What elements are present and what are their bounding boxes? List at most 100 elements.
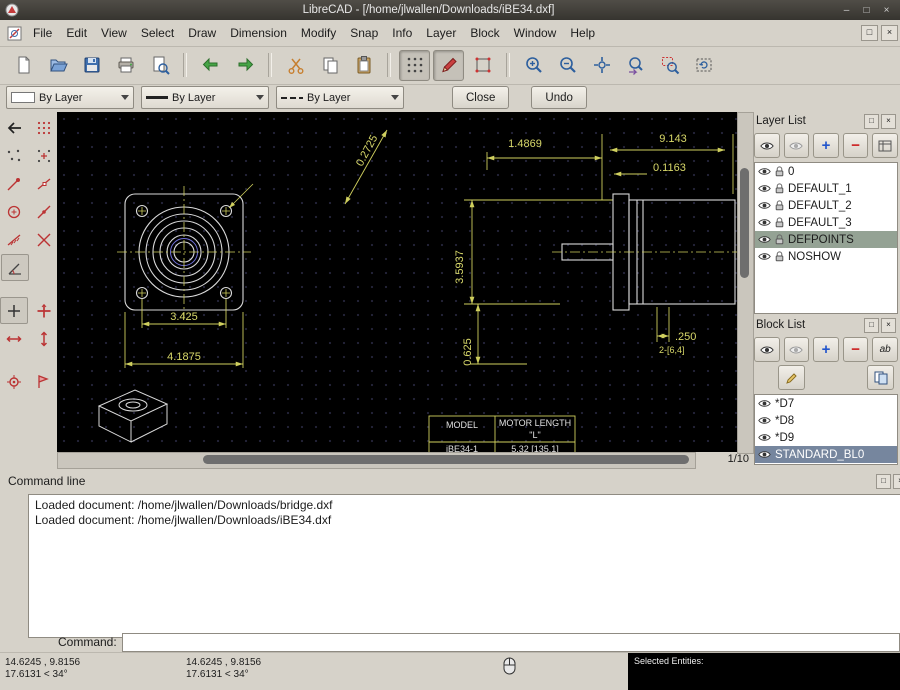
layer-visibility-icon[interactable] (758, 218, 771, 227)
menu-modify[interactable]: Modify (294, 22, 343, 44)
layer-panel-float-button[interactable]: □ (864, 114, 879, 129)
layer-panel-close-button[interactable]: × (881, 114, 896, 129)
zoom-out-button[interactable] (552, 50, 583, 81)
layer-row[interactable]: DEFAULT_1 (755, 180, 897, 197)
layer-row[interactable]: 0 (755, 163, 897, 180)
block-visibility-icon[interactable] (758, 399, 771, 408)
menu-select[interactable]: Select (134, 22, 181, 44)
zoom-redraw-button[interactable] (688, 50, 719, 81)
copy-button[interactable] (314, 50, 345, 81)
print-button[interactable] (110, 50, 141, 81)
paste-button[interactable] (348, 50, 379, 81)
command-panel-float-button[interactable]: □ (876, 474, 891, 489)
ortho-grid-button[interactable] (467, 50, 498, 81)
block-row[interactable]: *D8 (755, 412, 897, 429)
grid-toggle-button[interactable] (399, 50, 430, 81)
snap-endpoint-tool[interactable] (0, 170, 28, 197)
pen-width-select[interactable]: By Layer (141, 86, 269, 109)
zoom-previous-button[interactable] (620, 50, 651, 81)
command-input[interactable] (122, 633, 900, 652)
print-preview-button[interactable] (144, 50, 175, 81)
horizontal-scrollbar[interactable] (57, 452, 696, 469)
snap-center-tool[interactable] (0, 198, 28, 225)
layer-lock-icon[interactable] (775, 166, 784, 177)
insert-block-button[interactable] (867, 365, 894, 390)
redo-button[interactable] (229, 50, 260, 81)
layer-lock-icon[interactable] (775, 183, 784, 194)
edit-block-button[interactable] (778, 365, 805, 390)
menu-snap[interactable]: Snap (343, 22, 385, 44)
horizontal-scrollbar-thumb[interactable] (203, 455, 689, 464)
command-log[interactable]: Loaded document: /home/jlwallen/Download… (28, 494, 900, 638)
minimize-button[interactable]: – (838, 3, 855, 18)
lock-relative-zero-tool[interactable] (0, 368, 28, 395)
block-row-selected[interactable]: STANDARD_BL0 (755, 446, 897, 463)
hide-all-layers-button[interactable] (784, 133, 810, 158)
close-action-button[interactable]: Close (452, 86, 509, 109)
menu-block[interactable]: Block (463, 22, 506, 44)
open-file-button[interactable] (42, 50, 73, 81)
show-all-blocks-button[interactable] (754, 337, 780, 362)
snap-grid-tool[interactable] (30, 114, 58, 141)
snap-middle-tool[interactable] (30, 198, 58, 225)
menu-window[interactable]: Window (507, 22, 564, 44)
child-restore-button[interactable]: □ (861, 25, 878, 41)
layer-lock-icon[interactable] (775, 234, 784, 245)
drawing-canvas[interactable]: 3.425 4.1875 0.2725 1.4869 9.143 0.1163 … (57, 112, 737, 452)
maximize-button[interactable]: □ (858, 3, 875, 18)
block-panel-float-button[interactable]: □ (864, 318, 879, 333)
draft-mode-button[interactable] (433, 50, 464, 81)
snap-on-entity-tool[interactable] (30, 170, 58, 197)
remove-block-button[interactable]: − (843, 337, 869, 362)
undo-action-button[interactable]: Undo (531, 86, 587, 109)
vertical-scrollbar-thumb[interactable] (740, 168, 749, 278)
layer-lock-icon[interactable] (775, 200, 784, 211)
menu-edit[interactable]: Edit (59, 22, 94, 44)
restrict-orthogonal-tool[interactable] (30, 297, 58, 324)
undo-button[interactable] (195, 50, 226, 81)
block-panel-close-button[interactable]: × (881, 318, 896, 333)
layer-visibility-icon[interactable] (758, 184, 771, 193)
menu-file[interactable]: File (26, 22, 59, 44)
layer-visibility-icon[interactable] (758, 235, 771, 244)
zoom-auto-button[interactable] (586, 50, 617, 81)
pen-color-select[interactable]: By Layer (6, 86, 134, 109)
layer-row-selected[interactable]: DEFPOINTS (755, 231, 897, 248)
layer-visibility-icon[interactable] (758, 252, 771, 261)
snap-angle-tool[interactable] (1, 254, 29, 281)
layer-row[interactable]: DEFAULT_2 (755, 197, 897, 214)
snap-distance-tool[interactable] (0, 226, 28, 253)
new-document-button[interactable] (8, 50, 39, 81)
menu-view[interactable]: View (94, 22, 134, 44)
cut-button[interactable] (280, 50, 311, 81)
menu-dimension[interactable]: Dimension (223, 22, 294, 44)
block-visibility-icon[interactable] (758, 450, 771, 459)
layer-visibility-icon[interactable] (758, 167, 771, 176)
rename-block-button[interactable]: ab (872, 337, 898, 362)
restrict-horizontal-tool[interactable] (0, 325, 28, 352)
restrict-nothing-tool[interactable] (0, 297, 28, 324)
snap-free-tool[interactable] (0, 142, 28, 169)
add-block-button[interactable]: + (813, 337, 839, 362)
snap-intersection-tool[interactable] (30, 226, 58, 253)
block-row[interactable]: *D7 (755, 395, 897, 412)
layer-row[interactable]: DEFAULT_3 (755, 214, 897, 231)
menu-layer[interactable]: Layer (419, 22, 463, 44)
menu-help[interactable]: Help (563, 22, 602, 44)
zoom-in-button[interactable] (518, 50, 549, 81)
pen-linetype-select[interactable]: By Layer (276, 86, 404, 109)
block-visibility-icon[interactable] (758, 416, 771, 425)
back-arrow-tool[interactable] (0, 114, 28, 141)
remove-layer-button[interactable]: − (843, 133, 869, 158)
save-file-button[interactable] (76, 50, 107, 81)
block-row[interactable]: *D9 (755, 429, 897, 446)
child-close-button[interactable]: × (881, 25, 898, 41)
snap-points-tool[interactable] (30, 142, 58, 169)
layer-visibility-icon[interactable] (758, 201, 771, 210)
layer-row[interactable]: NOSHOW (755, 248, 897, 265)
layer-lock-icon[interactable] (775, 217, 784, 228)
layer-lock-icon[interactable] (775, 251, 784, 262)
restrict-vertical-tool[interactable] (30, 325, 58, 352)
modify-layer-button[interactable] (872, 133, 898, 158)
block-visibility-icon[interactable] (758, 433, 771, 442)
